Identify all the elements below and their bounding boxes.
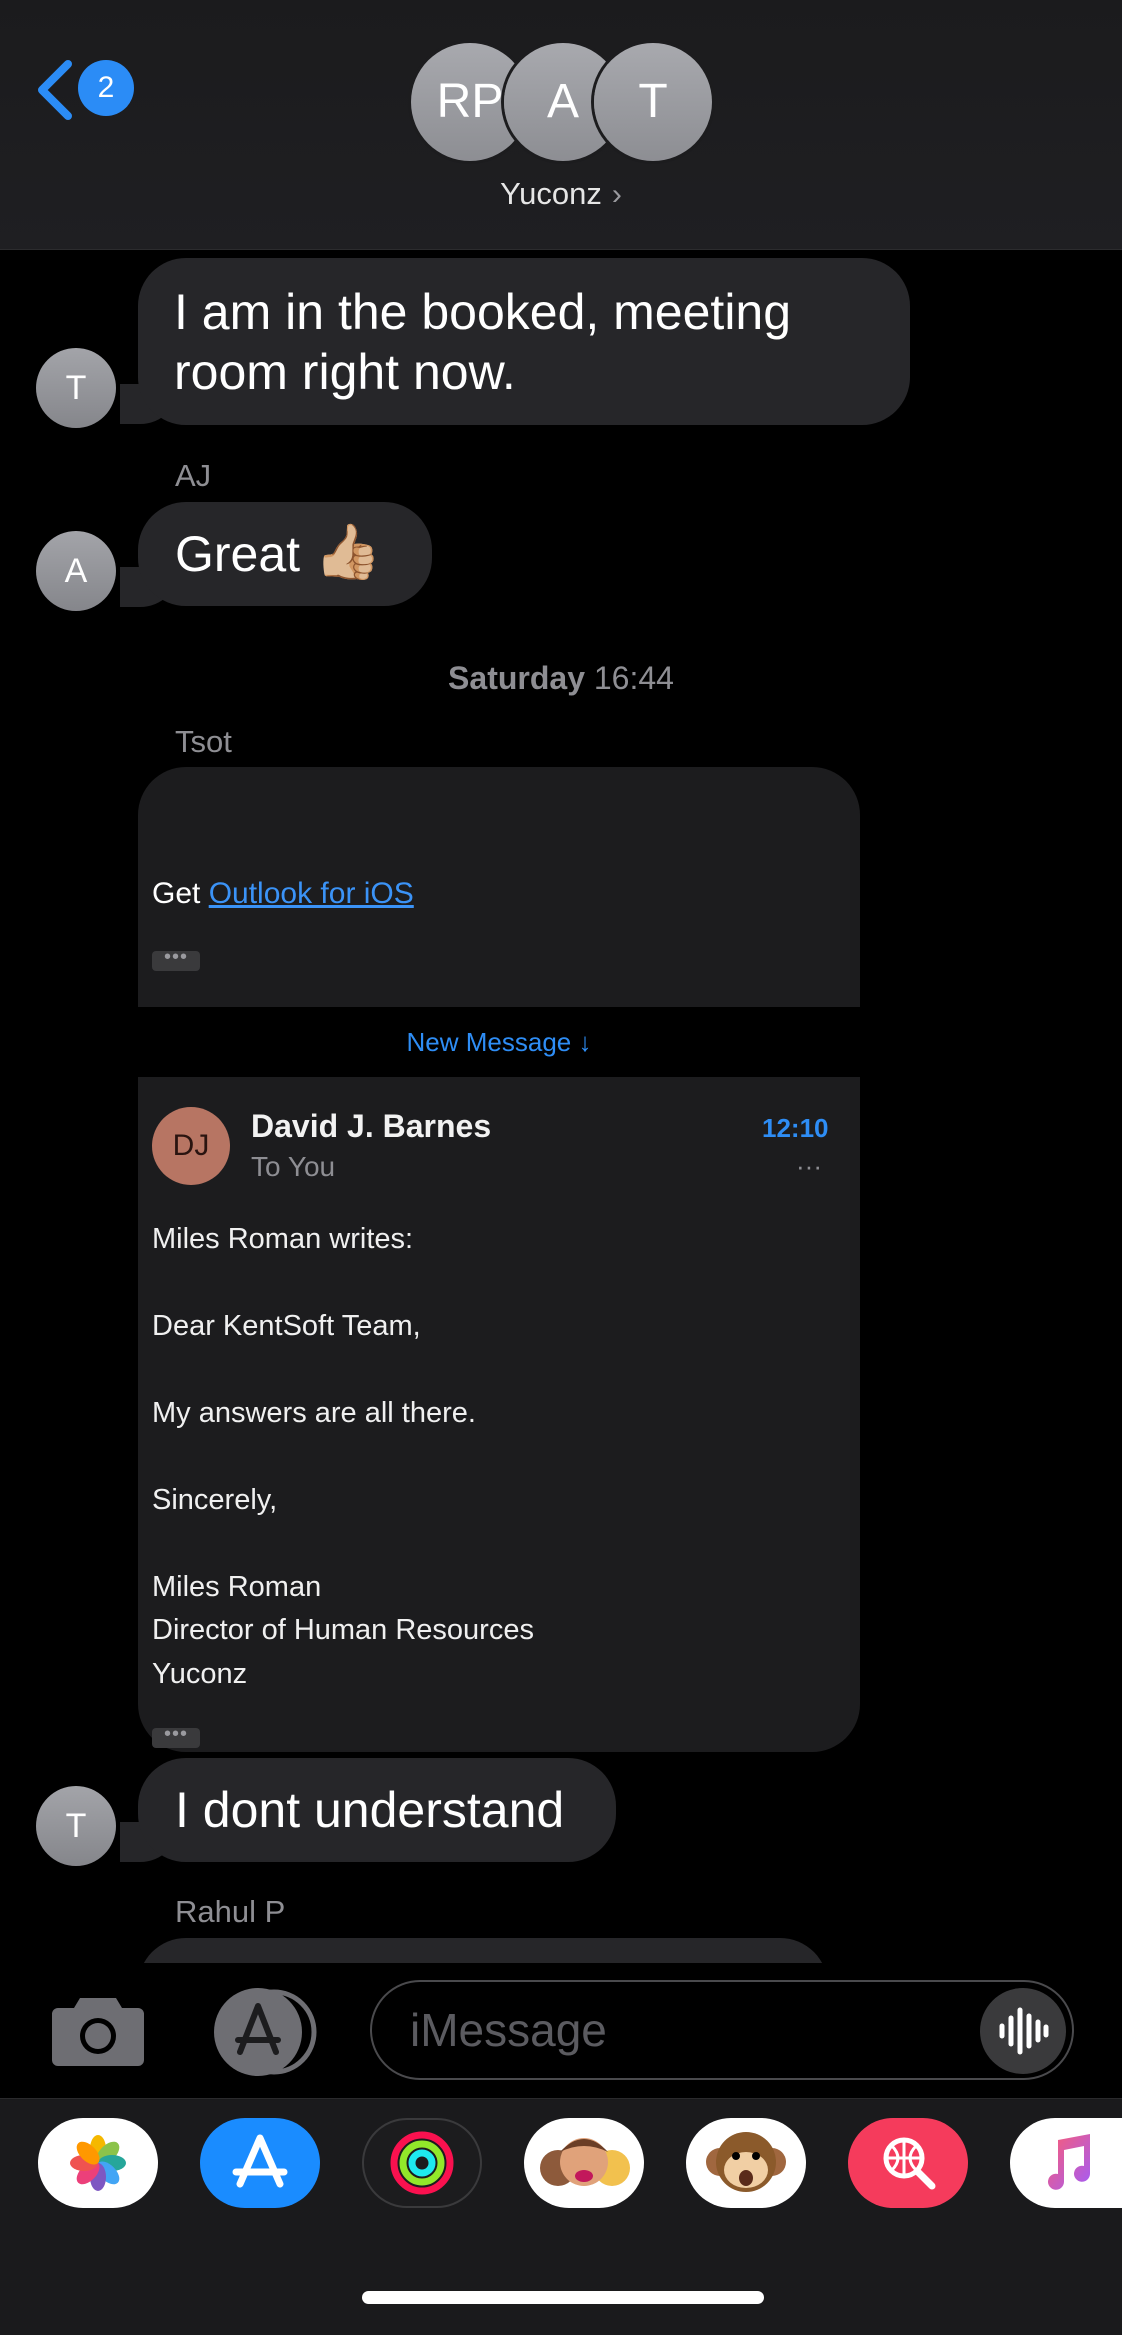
sender-avatar-t[interactable]: T <box>36 348 116 428</box>
email-line: Dear KentSoft Team, <box>152 1310 421 1342</box>
email-time: 12:10 <box>762 1113 829 1143</box>
photos-app-icon[interactable] <box>38 2118 158 2208</box>
email-line: Miles Roman <box>152 1571 322 1603</box>
group-avatar-t[interactable]: T <box>594 43 712 161</box>
expand-dots-button[interactable]: ••• <box>152 1724 200 1748</box>
email-from: David J. Barnes <box>251 1108 492 1144</box>
memoji-stickers-icon[interactable] <box>524 2118 644 2208</box>
outlook-promo: Get Outlook for iOS <box>152 877 414 911</box>
timestamp-time: 16:44 <box>593 660 674 696</box>
message-text: Great <box>175 526 301 582</box>
email-line: Miles Roman writes: <box>152 1223 414 1255</box>
message-text: I am in the booked, meeting <box>174 284 792 340</box>
chevron-right-icon: › <box>611 178 622 211</box>
email-line: Sincerely, <box>152 1484 278 1516</box>
message-text: room right now. <box>174 344 516 400</box>
home-indicator[interactable] <box>362 2291 764 2304</box>
unread-count-badge: 2 <box>78 60 134 116</box>
email-more-icon[interactable]: ··· <box>796 1151 822 1182</box>
audio-message-icon[interactable] <box>980 1988 1066 2074</box>
email-line: My answers are all there. <box>152 1397 476 1429</box>
email-recipient: To You <box>251 1151 336 1182</box>
sender-avatar-t[interactable]: T <box>36 1786 116 1866</box>
message-bubble[interactable]: Great 👍🏼 <box>138 502 432 606</box>
app-store-icon[interactable] <box>200 2118 320 2208</box>
activity-icon[interactable] <box>362 2118 482 2208</box>
expand-dots-button[interactable]: ••• <box>152 947 200 971</box>
thumbs-up-emoji: 👍🏼 <box>314 520 382 583</box>
email-line: Director of Human Resources <box>152 1614 534 1646</box>
sender-name: Rahul P <box>175 1894 286 1929</box>
message-input[interactable]: iMessage <box>370 1980 1074 2080</box>
chevron-left-icon <box>38 60 72 120</box>
message-bubble[interactable]: I am in the booked, meeting room right n… <box>138 258 910 425</box>
new-message-link[interactable]: New Message ↓ <box>138 1007 860 1077</box>
email-line: Yuconz <box>152 1658 248 1690</box>
email-preview-card[interactable]: Get Outlook for iOS ••• <box>138 767 860 1007</box>
message-bubble[interactable]: I dont understand <box>138 1758 616 1862</box>
sender-name: AJ <box>175 458 212 493</box>
app-store-drawer-icon[interactable] <box>210 1988 320 2076</box>
outlook-link[interactable]: Outlook for iOS <box>209 877 414 910</box>
camera-icon[interactable] <box>50 1992 146 2068</box>
sender-avatar-a[interactable]: A <box>36 531 116 611</box>
group-name: Yuconz <box>500 176 602 211</box>
animoji-icon[interactable] <box>686 2118 806 2208</box>
group-name-button[interactable]: Yuconz › <box>0 176 1122 212</box>
timestamp: Saturday 16:44 <box>0 660 1122 697</box>
promo-text: Get <box>152 877 209 910</box>
message-text: I dont understand <box>175 1782 565 1838</box>
message-placeholder: iMessage <box>410 2004 607 2056</box>
email-message-card[interactable]: DJ David J. Barnes To You 12:10 ··· Mile… <box>138 1077 860 1752</box>
music-icon[interactable] <box>1010 2118 1122 2208</box>
sender-name: Tsot <box>175 724 232 759</box>
web-search-icon[interactable] <box>848 2118 968 2208</box>
timestamp-day: Saturday <box>448 660 585 696</box>
back-button[interactable]: 2 <box>34 58 144 122</box>
email-sender-avatar: DJ <box>152 1107 230 1185</box>
